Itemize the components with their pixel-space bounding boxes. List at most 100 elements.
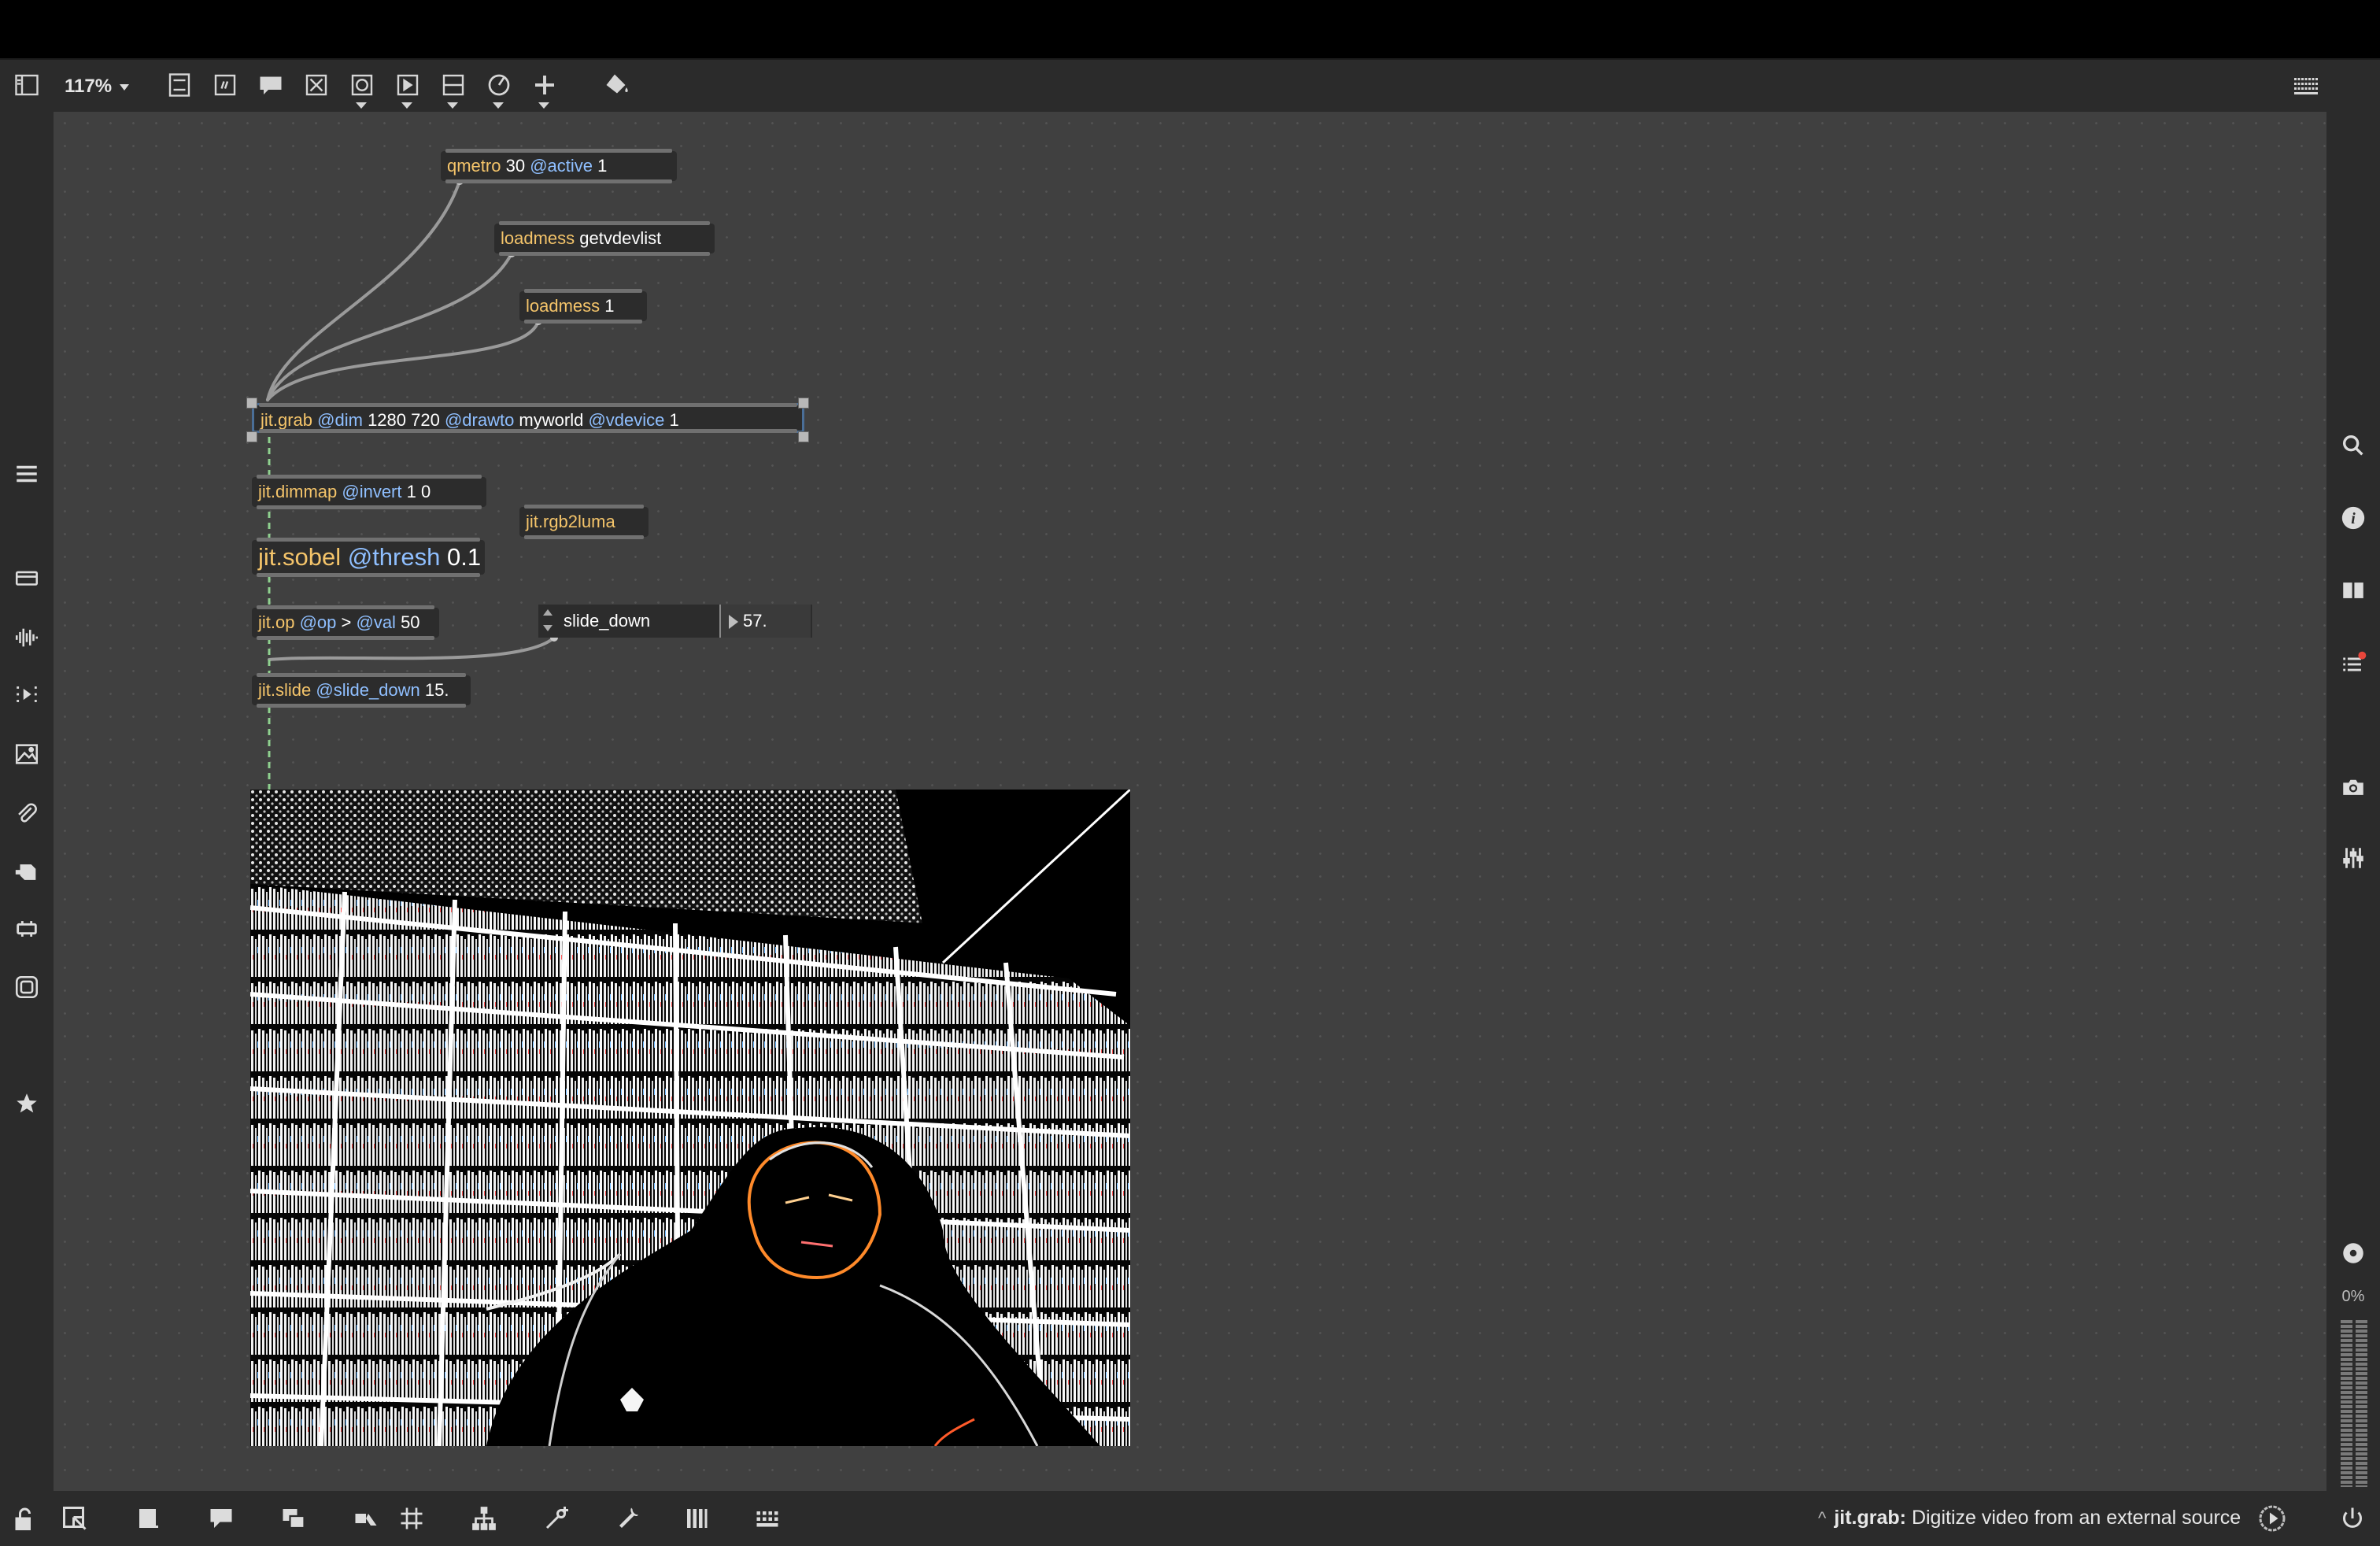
resize-handle[interactable] <box>798 431 809 442</box>
star-icon[interactable] <box>9 1086 44 1121</box>
resize-handle[interactable] <box>798 398 809 409</box>
power-icon[interactable] <box>2334 1500 2371 1537</box>
keyboard-grid-icon[interactable] <box>749 1500 785 1537</box>
zoom-menu[interactable]: 117% <box>65 76 130 98</box>
object-class-name: jit.dimmap <box>258 482 338 501</box>
jit-dimmap-object[interactable]: jit.dimmap @invert 1 0 <box>252 475 486 509</box>
video-clip-icon[interactable] <box>9 677 44 712</box>
object-class-name: jit.rgb2luma <box>526 512 615 531</box>
status-bar: ^ jit.grab: Digitize video from an extern… <box>1818 1507 2241 1529</box>
object-argument: 50 <box>395 612 420 632</box>
bpatcher-icon[interactable] <box>9 970 44 1004</box>
object-argument: 1 <box>664 410 679 430</box>
object-class-name: loadmess <box>526 296 601 316</box>
hierarchy-icon[interactable] <box>466 1500 502 1537</box>
package-icon[interactable] <box>9 855 44 890</box>
grid-keyboard-icon[interactable] <box>2289 68 2323 102</box>
jit-sobel-object[interactable]: jit.sobel @thresh 0.1 <box>252 538 485 577</box>
paperclip-icon[interactable] <box>9 795 44 830</box>
jit-op-object[interactable]: jit.op @op > @val 50 <box>252 605 439 640</box>
object-attribute: @drawto <box>444 410 515 430</box>
transport-play-icon[interactable] <box>2254 1500 2290 1537</box>
right-sidebar: i 0% <box>2326 112 2380 1491</box>
add-icon[interactable] <box>527 68 562 109</box>
bottom-toolbar: ^ jit.grab: Digitize video from an extern… <box>0 1491 2380 1546</box>
loadmess-getvdevlist-object[interactable]: loadmess getvdevlist <box>494 221 715 256</box>
video-display[interactable] <box>250 790 1130 1446</box>
left-sidebar <box>0 112 54 1491</box>
loadmess-1-object[interactable]: loadmess 1 <box>519 289 647 324</box>
reference-book-icon[interactable] <box>2336 573 2371 608</box>
object-attribute: @invert <box>337 482 402 501</box>
grid-icon[interactable] <box>394 1500 430 1537</box>
object-attribute: @thresh <box>341 543 441 571</box>
object-argument: 30 <box>501 156 530 176</box>
audio-on-icon[interactable] <box>2336 1236 2371 1270</box>
button-icon[interactable] <box>345 68 379 109</box>
text-icon[interactable] <box>208 68 242 102</box>
camera-snapshot-icon[interactable] <box>2336 770 2371 804</box>
object-argument: myworld <box>514 410 589 430</box>
attrui-number[interactable]: 57. <box>721 605 811 638</box>
media-bin-icon[interactable] <box>9 560 44 595</box>
level-meter <box>2341 1320 2367 1487</box>
resize-handle[interactable] <box>246 431 257 442</box>
toggle-box-icon[interactable] <box>299 68 334 102</box>
comment-icon[interactable] <box>253 68 288 102</box>
info-icon[interactable]: i <box>2336 501 2371 535</box>
audio-waveform-icon[interactable] <box>9 620 44 655</box>
object-attribute: @op <box>294 612 337 632</box>
object-attribute: @slide_down <box>311 680 420 700</box>
unlock-icon[interactable] <box>8 1500 44 1537</box>
image-icon[interactable] <box>9 737 44 771</box>
search-icon[interactable] <box>2336 428 2371 463</box>
play-triangle-icon <box>729 615 738 630</box>
window-title-bar <box>0 0 2380 60</box>
jit-rgb2luma-object[interactable]: jit.rgb2luma <box>519 505 649 539</box>
chevron-down-icon <box>120 83 130 91</box>
object-class-name: qmetro <box>447 156 501 176</box>
object-class-name: loadmess <box>501 228 575 248</box>
dial-icon[interactable] <box>482 68 516 109</box>
inspector-icon[interactable] <box>131 1500 167 1537</box>
object-argument: > <box>336 612 357 632</box>
wrench-icon[interactable] <box>611 1500 647 1537</box>
object-argument: 1 <box>600 296 615 316</box>
piano-keys-icon[interactable] <box>678 1500 715 1537</box>
layers-icon[interactable] <box>275 1500 312 1537</box>
object-argument: 0.1 <box>440 543 482 571</box>
down-arrow-icon <box>543 625 552 631</box>
snippet-icon[interactable] <box>9 912 44 946</box>
console-list-icon[interactable] <box>2336 647 2371 682</box>
presentation-icon[interactable] <box>162 68 197 102</box>
object-argument: 1 <box>593 156 608 176</box>
object-attribute: @val <box>356 612 396 632</box>
jit-grab-object[interactable]: jit.grab @dim 1280 720 @drawto myworld @… <box>252 403 804 433</box>
qmetro-object[interactable]: qmetro 30 @active 1 <box>441 149 677 183</box>
slider-icon[interactable] <box>436 68 471 109</box>
object-class-name: jit.sobel <box>258 543 342 571</box>
object-class-name: jit.op <box>258 612 295 632</box>
patcher-toolbar: 117% <box>0 60 2380 112</box>
object-attribute: @vdevice <box>588 410 665 430</box>
object-class-name: jit.slide <box>258 680 312 700</box>
object-argument: 1280 720 <box>362 410 445 430</box>
comment-bubble-icon[interactable] <box>203 1500 239 1537</box>
sidebar-toggle-icon[interactable] <box>9 68 44 102</box>
menu-icon[interactable] <box>9 457 44 491</box>
presentation-mode-icon[interactable] <box>57 1500 93 1537</box>
object-argument: getvdevlist <box>575 228 662 248</box>
up-arrow-icon <box>543 609 552 616</box>
mixer-sliders-icon[interactable] <box>2336 841 2371 875</box>
attrui-slide-down[interactable]: slide_down 57. <box>538 605 812 638</box>
probe-add-icon[interactable] <box>538 1500 575 1537</box>
chevron-up-icon[interactable]: ^ <box>1818 1508 1826 1528</box>
object-attribute: @dim <box>312 410 363 430</box>
svg-text:i: i <box>2351 510 2356 527</box>
paint-bucket-icon[interactable] <box>600 68 634 102</box>
attrui-label: slide_down <box>564 611 651 631</box>
jit-slide-object[interactable]: jit.slide @slide_down 15. <box>252 673 471 708</box>
play-object-icon[interactable] <box>390 68 425 109</box>
resize-handle[interactable] <box>246 398 257 409</box>
debug-eraser-icon[interactable] <box>348 1500 384 1537</box>
